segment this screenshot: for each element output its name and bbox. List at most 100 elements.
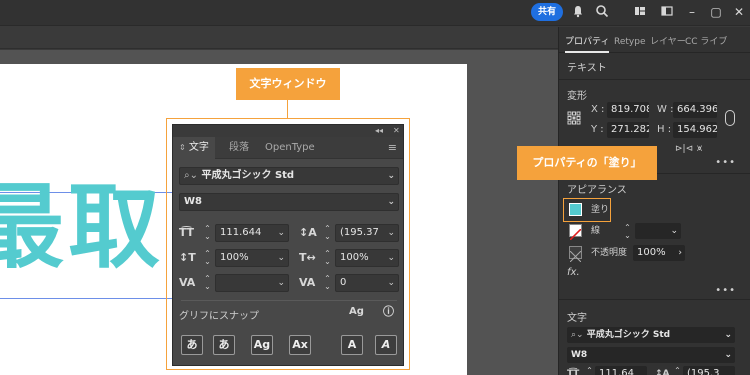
kerning-stepper[interactable]: ⌃ ⌄ bbox=[203, 275, 212, 291]
font-size-stepper[interactable]: ⌃ ⌄ bbox=[203, 225, 212, 241]
tab-toggle-icon: ⇕ bbox=[179, 143, 186, 152]
font-style-value: W8 bbox=[184, 196, 202, 207]
chevron-down-icon: ⌄ bbox=[387, 228, 395, 238]
y-input[interactable]: 271.282 bbox=[607, 122, 649, 138]
close-icon[interactable]: ✕ bbox=[731, 4, 747, 20]
artwork-text[interactable]: 最取 bbox=[0, 182, 164, 274]
tab-character[interactable]: ⇕ 文字 bbox=[173, 137, 215, 159]
divider bbox=[559, 79, 750, 80]
stroke-label: 線 bbox=[591, 226, 601, 236]
tracking-input[interactable]: 0 ⌄ bbox=[335, 274, 399, 292]
font-size-value: 111.644 bbox=[220, 227, 262, 238]
info-icon[interactable]: ⓘ bbox=[383, 303, 394, 321]
chevron-down-icon: ⌄ bbox=[277, 278, 285, 288]
fx-button[interactable]: fx. bbox=[567, 265, 580, 281]
maximize-icon[interactable]: ▢ bbox=[708, 4, 724, 20]
rp-leading-input[interactable]: (195.3 bbox=[683, 366, 735, 375]
glyph-snap-options-icon[interactable]: Ag bbox=[349, 303, 364, 321]
divider bbox=[559, 299, 750, 300]
flip-horizontal-icon[interactable]: ⊳|⊲ bbox=[675, 141, 693, 157]
more-appearance-icon[interactable]: ••• bbox=[715, 285, 736, 296]
tracking-icon: VA bbox=[299, 276, 316, 289]
chevron-down-icon: ⌄ bbox=[277, 228, 285, 238]
section-transform-title: 変形 bbox=[567, 91, 587, 102]
text-bbox-bottom bbox=[0, 298, 172, 299]
leading-input[interactable]: (195.37 ⌄ bbox=[335, 224, 399, 242]
x-input[interactable]: 819.708 bbox=[607, 102, 649, 118]
minimize-icon[interactable]: – bbox=[684, 4, 700, 20]
opacity-input[interactable]: 100% › bbox=[633, 245, 685, 261]
h-label: H : bbox=[657, 124, 672, 135]
vertical-scale-value: 100% bbox=[220, 252, 249, 263]
snap-glyph-bounds-button[interactable]: Ag bbox=[251, 335, 273, 355]
chevron-down-icon: ⌄ bbox=[724, 350, 732, 360]
rp-font-style-select[interactable]: W8 ⌄ bbox=[567, 347, 735, 363]
snap-xheight-button[interactable]: あ bbox=[213, 335, 235, 355]
font-family-select[interactable]: ⌕⌄ 平成丸ゴシック Std ⌄ bbox=[179, 167, 399, 185]
app-window: 共有 – ▢ ✕ 最取 文字ウィンドウ ◂◂ ✕ ⇕ 文字 段落 OpenTyp… bbox=[0, 0, 750, 375]
font-size-icon: T͡T bbox=[179, 226, 195, 239]
panel-menu-icon[interactable]: ≡ bbox=[388, 137, 397, 159]
tab-opentype[interactable]: OpenType bbox=[259, 137, 321, 159]
chevron-right-icon: › bbox=[678, 248, 682, 258]
horizontal-scale-stepper[interactable]: ⌃ ⌄ bbox=[323, 250, 332, 266]
rp-font-style-value: W8 bbox=[571, 350, 588, 360]
leading-stepper[interactable]: ⌃ ⌄ bbox=[323, 225, 332, 241]
tab-properties[interactable]: プロパティ bbox=[565, 31, 610, 53]
bell-icon[interactable] bbox=[570, 4, 586, 20]
font-search-icon: ⌕⌄ bbox=[571, 330, 584, 340]
stroke-swatch[interactable] bbox=[569, 224, 582, 241]
top-app-bar: 共有 – ▢ ✕ bbox=[0, 0, 750, 26]
chevron-down-icon: ⌄ bbox=[387, 253, 395, 263]
vertical-scale-stepper[interactable]: ⌃ ⌄ bbox=[203, 250, 212, 266]
snap-proximity-button[interactable]: Ax bbox=[289, 335, 311, 355]
snap-anchor-button[interactable]: A bbox=[375, 335, 397, 355]
tab-character-label: 文字 bbox=[188, 142, 209, 153]
leading-icon: ↕A bbox=[299, 226, 317, 239]
panel-close-icon[interactable]: ✕ bbox=[393, 125, 400, 137]
x-label: X : bbox=[591, 104, 605, 115]
tab-layers[interactable]: レイヤー bbox=[650, 31, 686, 53]
font-style-select[interactable]: W8 ⌄ bbox=[179, 193, 399, 211]
chevron-down-icon: ⌄ bbox=[670, 226, 678, 236]
highlight-fill bbox=[563, 198, 611, 222]
horizontal-scale-input[interactable]: 100% ⌄ bbox=[335, 249, 399, 267]
tracking-stepper[interactable]: ⌃ ⌄ bbox=[323, 275, 332, 291]
snap-baseline-button[interactable]: あ bbox=[181, 335, 203, 355]
tab-paragraph[interactable]: 段落 bbox=[223, 137, 255, 159]
flip-vertical-icon[interactable]: ⩙ bbox=[697, 141, 702, 157]
w-label: W : bbox=[657, 104, 674, 115]
kerning-input[interactable]: ⌄ bbox=[215, 274, 289, 292]
tab-retype[interactable]: Retype bbox=[614, 31, 646, 53]
panel-header[interactable]: ◂◂ ✕ bbox=[173, 125, 403, 137]
arrange-icon[interactable] bbox=[632, 4, 648, 20]
rp-font-family-value: 平成丸ゴシック Std bbox=[586, 330, 671, 340]
reference-point-icon[interactable] bbox=[567, 110, 581, 125]
horizontal-scale-icon: T↔ bbox=[299, 251, 316, 264]
search-icon[interactable] bbox=[594, 4, 610, 20]
rp-leading-stepper[interactable]: ⌃⌄ bbox=[673, 367, 682, 375]
font-family-value: 平成丸ゴシック Std bbox=[201, 170, 295, 181]
h-input[interactable]: 154.962 bbox=[673, 122, 717, 138]
chevron-down-icon: ⌄ bbox=[387, 278, 395, 288]
rp-font-size-stepper[interactable]: ⌃⌄ bbox=[585, 367, 594, 375]
w-input[interactable]: 664.396 bbox=[673, 102, 717, 118]
tab-cc-libraries[interactable]: CC ライブ bbox=[685, 31, 727, 53]
collapse-icon[interactable]: ◂◂ bbox=[375, 125, 383, 137]
panel-icon[interactable] bbox=[659, 4, 675, 20]
rp-font-family-select[interactable]: ⌕⌄ 平成丸ゴシック Std ⌄ bbox=[567, 327, 735, 343]
snap-angular-button[interactable]: A bbox=[341, 335, 363, 355]
rp-font-size-input[interactable]: 111.64 bbox=[595, 366, 647, 375]
vertical-scale-input[interactable]: 100% ⌄ bbox=[215, 249, 289, 267]
stroke-weight-input[interactable]: ⌄ bbox=[635, 223, 681, 239]
leading-value: (195.37 bbox=[340, 227, 379, 238]
share-button[interactable]: 共有 bbox=[531, 3, 563, 21]
opacity-label: 不透明度 bbox=[591, 248, 628, 258]
divider bbox=[181, 300, 397, 301]
font-size-input[interactable]: 111.644 ⌄ bbox=[215, 224, 289, 242]
right-panel-tabs: プロパティ Retype レイヤー CC ライブ bbox=[559, 31, 750, 53]
constrain-proportions-icon[interactable] bbox=[725, 110, 735, 126]
stroke-weight-stepper[interactable]: ⌃ ⌄ bbox=[623, 224, 632, 240]
rp-font-size-icon: T͡T bbox=[567, 369, 580, 375]
more-transform-icon[interactable]: ••• bbox=[715, 157, 736, 168]
